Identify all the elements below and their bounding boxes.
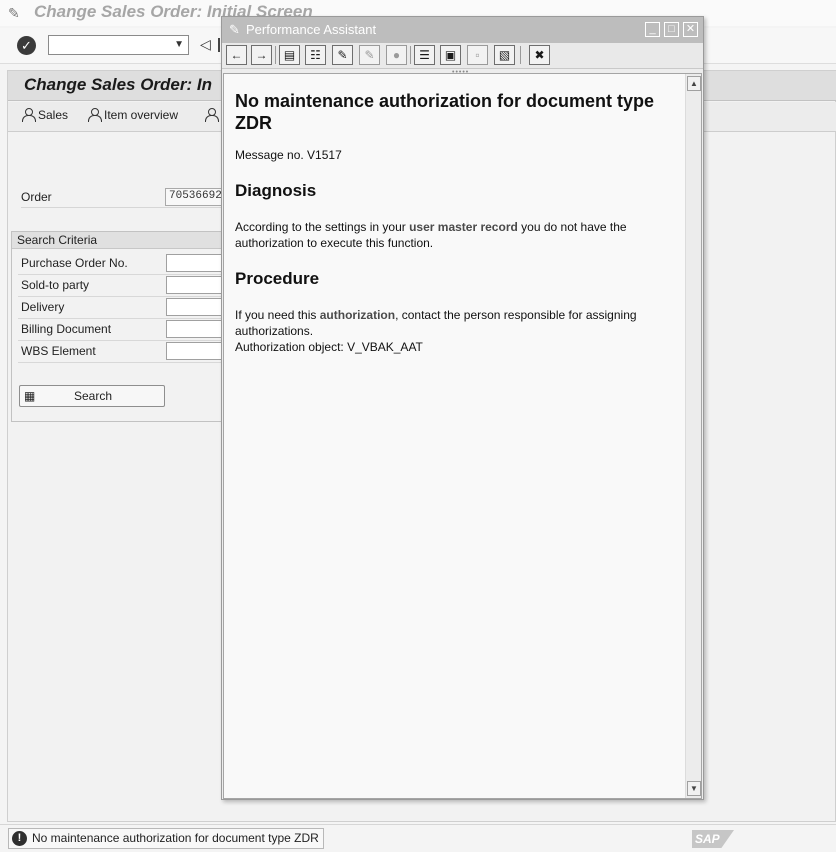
search-criteria-title: Search Criteria: [12, 232, 224, 249]
diagnosis-text-start: According to the settings in your: [235, 220, 410, 234]
order-label: Order: [21, 190, 52, 204]
delivery-input[interactable]: [166, 298, 226, 316]
wbs-element-label: WBS Element: [21, 344, 96, 358]
list-icon[interactable]: ☰: [414, 45, 435, 65]
toolbar-separator: [520, 46, 521, 64]
purchase-order-label: Purchase Order No.: [21, 256, 128, 270]
toolbar-separator: [410, 46, 411, 64]
structure-icon[interactable]: ☷: [305, 45, 326, 65]
authorization-link[interactable]: authorization: [320, 308, 395, 322]
edit-icon[interactable]: ✎: [332, 45, 353, 65]
sold-to-party-label: Sold-to party: [21, 278, 90, 292]
window-icon: ✎: [8, 5, 20, 21]
screen-title: Change Sales Order: In: [24, 75, 212, 94]
delivery-label: Delivery: [21, 300, 65, 314]
toolbar-separator: [275, 46, 276, 64]
search-button[interactable]: ▦ Search: [19, 385, 165, 407]
criteria-row-purchase-order: Purchase Order No.: [18, 253, 226, 275]
minimize-icon[interactable]: _: [645, 22, 660, 37]
ordering-party-button[interactable]: [204, 108, 219, 122]
procedure-text-start: If you need this: [235, 308, 320, 322]
popup-title: Performance Assistant: [246, 22, 377, 37]
chevron-down-icon[interactable]: ▼: [174, 39, 184, 50]
close-icon[interactable]: ✕: [683, 22, 698, 37]
diagnosis-text: According to the settings in your user m…: [235, 219, 680, 251]
notes-icon[interactable]: ▣: [440, 45, 461, 65]
back-icon[interactable]: ◁: [200, 36, 211, 53]
status-message-text: No maintenance authorization for documen…: [32, 831, 319, 845]
message-number: Message no. V1517: [235, 148, 342, 162]
search-criteria-group: Search Criteria Purchase Order No. Sold-…: [11, 231, 226, 422]
message-heading: No maintenance authorization for documen…: [235, 91, 655, 133]
purchase-order-input[interactable]: [166, 254, 226, 272]
criteria-row-billing-document: Billing Document: [18, 319, 226, 341]
diagnosis-heading: Diagnosis: [235, 181, 317, 200]
exclamation-icon: !: [12, 831, 27, 846]
sap-logo: SAP: [692, 830, 734, 848]
person-icon: [204, 108, 219, 122]
procedure-heading: Procedure: [235, 269, 320, 288]
sales-button[interactable]: Sales: [21, 108, 68, 122]
item-overview-button[interactable]: Item overview: [87, 108, 178, 122]
user-master-record-link[interactable]: user master record: [409, 220, 518, 234]
sales-label: Sales: [38, 108, 69, 122]
billing-document-label: Billing Document: [21, 322, 112, 336]
window-icon: ✎: [229, 22, 240, 37]
person-icon[interactable]: ●: [386, 45, 407, 65]
wbs-element-input[interactable]: [166, 342, 226, 360]
toolbar-separator: [218, 38, 220, 52]
book-icon[interactable]: ▤: [279, 45, 300, 65]
maximize-icon[interactable]: □: [664, 22, 679, 37]
close-icon[interactable]: ✖: [529, 45, 550, 65]
divider: [21, 207, 221, 208]
procedure-text: If you need this authorization, contact …: [235, 307, 680, 339]
status-message[interactable]: ! No maintenance authorization for docum…: [8, 828, 324, 849]
person-icon: [87, 108, 102, 122]
print-preview-icon[interactable]: ▫: [467, 45, 488, 65]
command-field[interactable]: ▼: [48, 35, 189, 55]
status-bar: ! No maintenance authorization for docum…: [0, 824, 836, 852]
help-document: No maintenance authorization for documen…: [235, 90, 680, 355]
item-overview-label: Item overview: [104, 108, 179, 122]
criteria-row-delivery: Delivery: [18, 297, 226, 319]
sold-to-party-input[interactable]: [166, 276, 226, 294]
scroll-up-icon[interactable]: ▲: [687, 76, 701, 91]
performance-assistant-window: ✎ Performance Assistant _ □ ✕ ← → ▤ ☷ ✎ …: [221, 16, 704, 800]
comment-icon[interactable]: ✎: [359, 45, 380, 65]
authorization-object: Authorization object: V_VBAK_AAT: [235, 340, 423, 354]
vertical-scrollbar[interactable]: ▲ ▼: [685, 74, 701, 798]
popup-titlebar[interactable]: ✎ Performance Assistant _ □ ✕: [222, 17, 703, 43]
scroll-down-icon[interactable]: ▼: [687, 781, 701, 796]
person-icon: [21, 108, 36, 122]
search-button-label: Search: [73, 389, 113, 403]
print-icon[interactable]: ▧: [494, 45, 515, 65]
back-arrow-icon[interactable]: ←: [226, 45, 247, 65]
enter-check-icon[interactable]: ✓: [17, 36, 36, 55]
billing-document-input[interactable]: [166, 320, 226, 338]
criteria-row-sold-to-party: Sold-to party: [18, 275, 226, 297]
criteria-row-wbs-element: WBS Element: [18, 341, 226, 363]
popup-toolbar: ← → ▤ ☷ ✎ ✎ ● ☰ ▣ ▫ ▧ ✖: [222, 43, 703, 69]
forward-arrow-icon[interactable]: →: [251, 45, 272, 65]
order-input[interactable]: 70536692: [165, 188, 225, 206]
help-content-pane: No maintenance authorization for documen…: [223, 73, 702, 799]
